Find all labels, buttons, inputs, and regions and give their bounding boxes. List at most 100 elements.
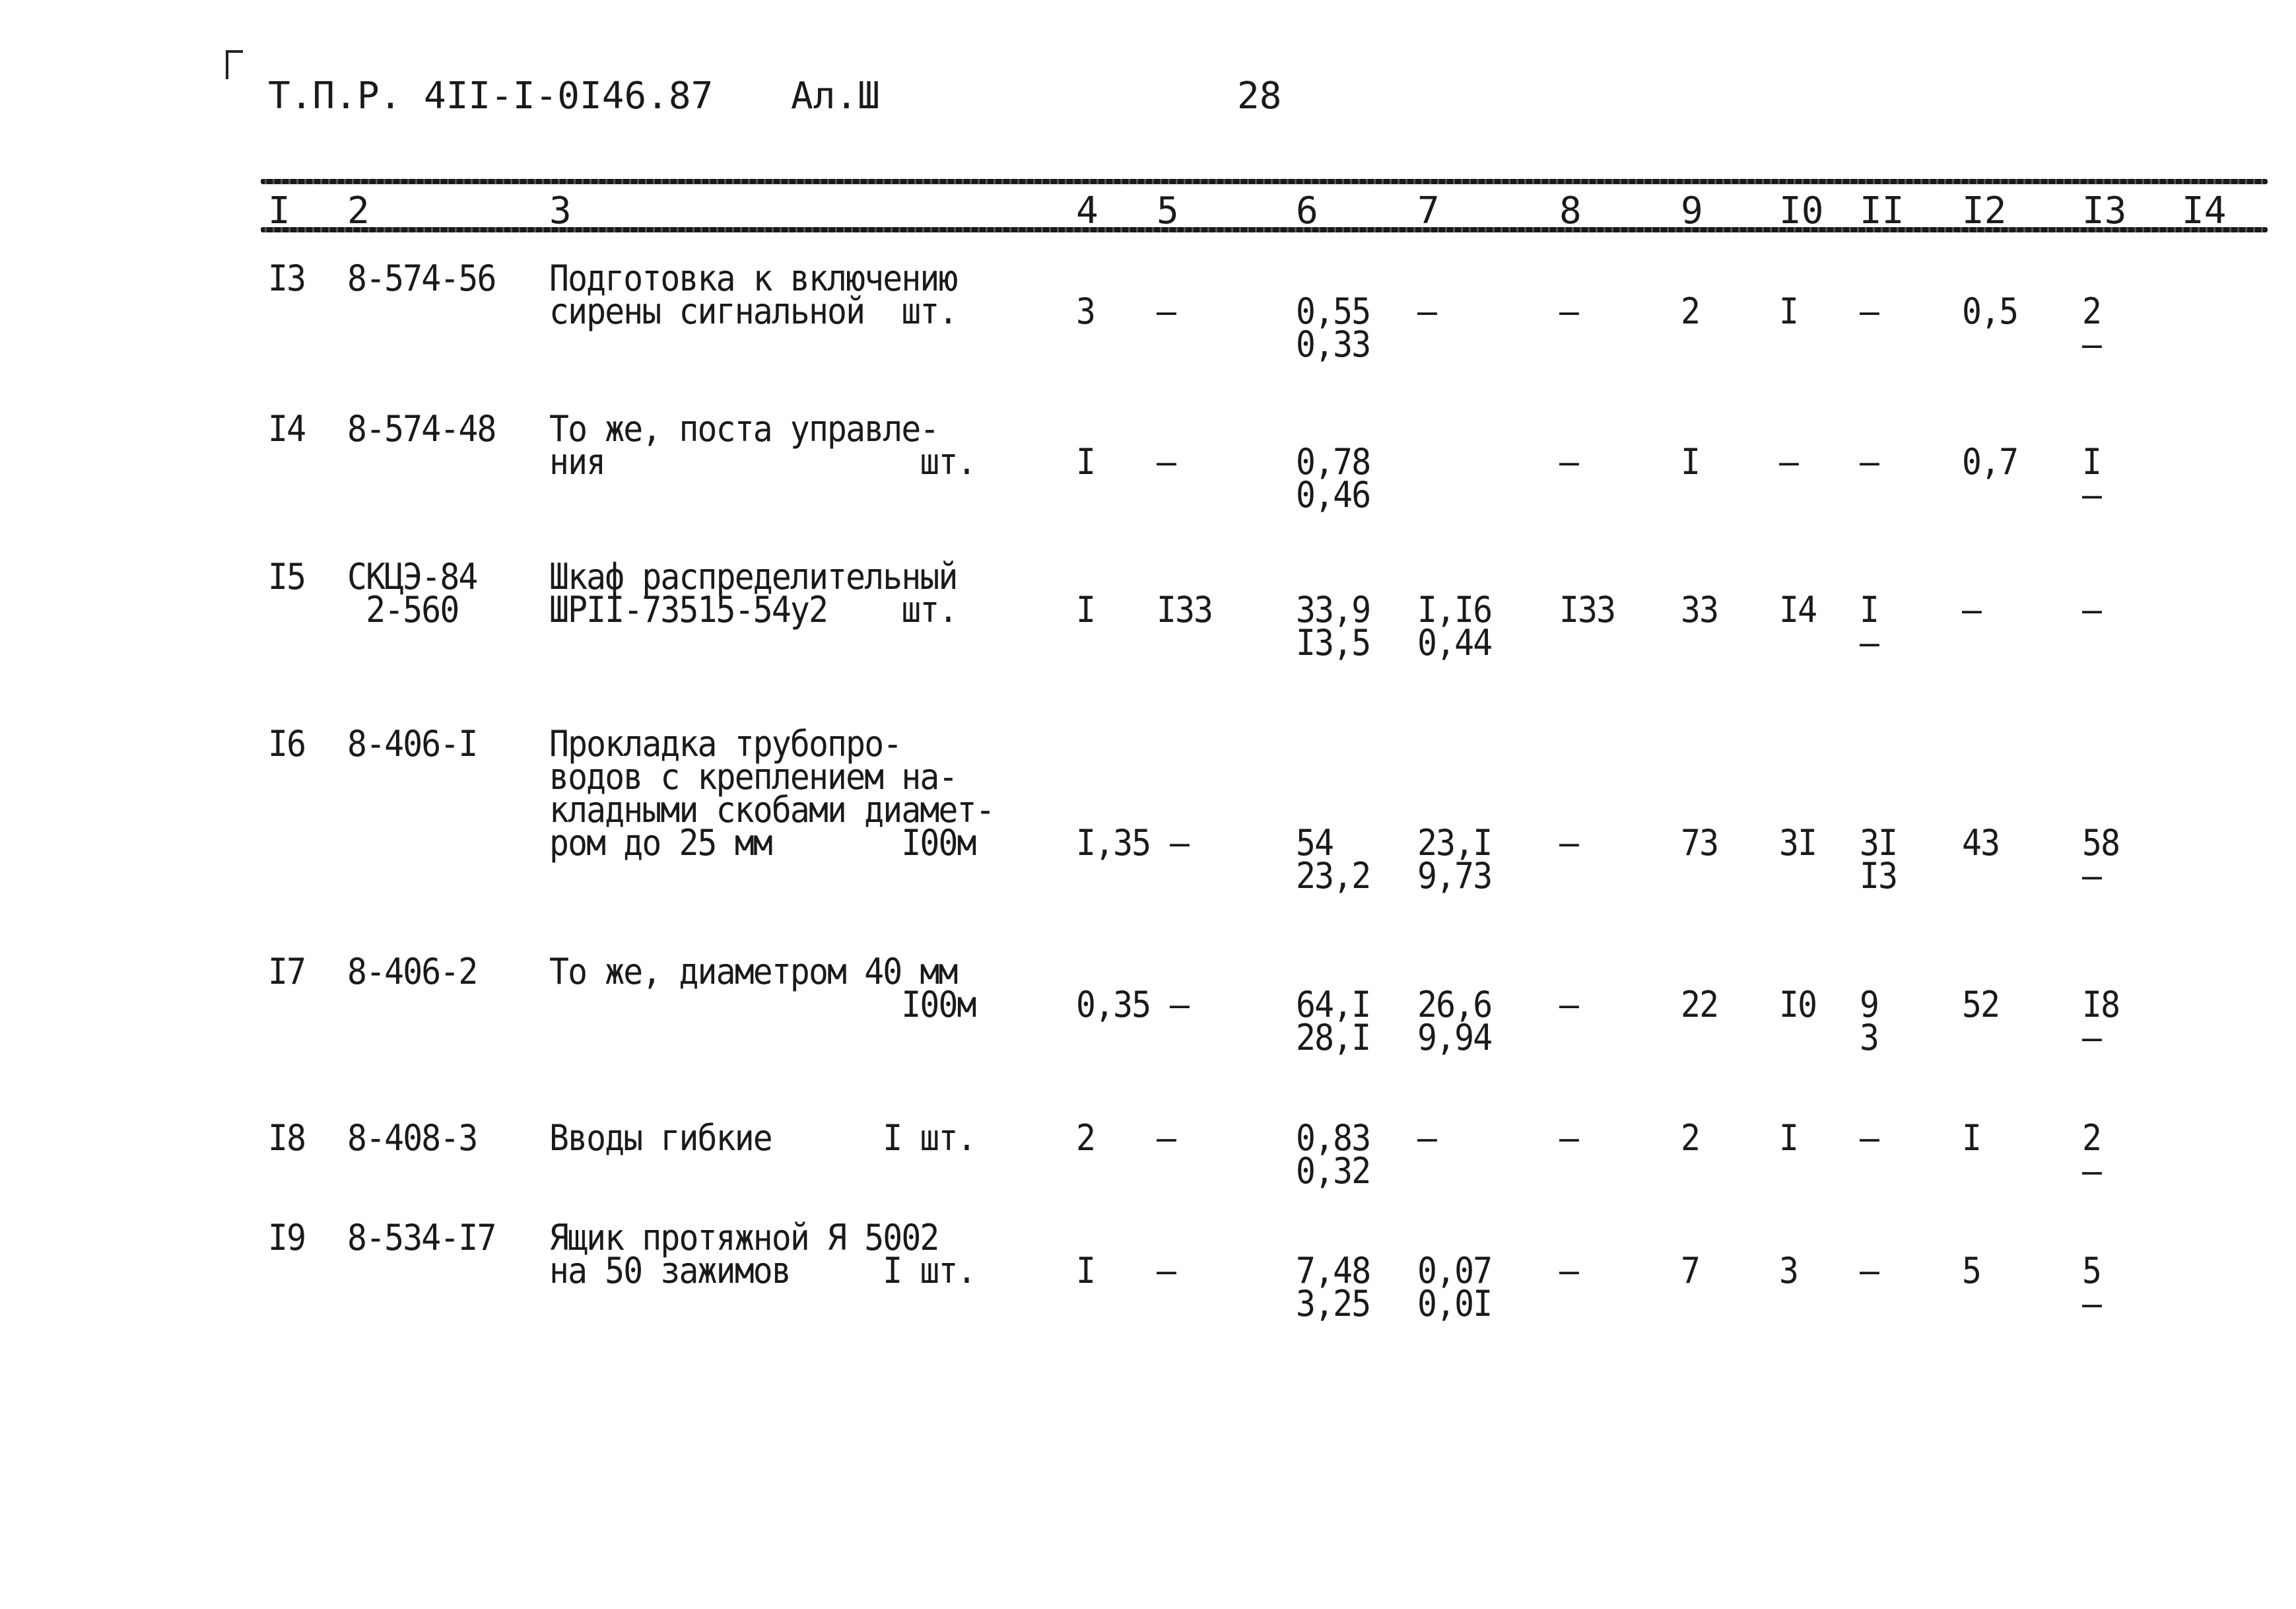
col8-value: – (1559, 822, 1579, 864)
quantity: I (1076, 589, 1096, 631)
col9-value: 7 (1681, 1250, 1701, 1291)
work-description: Вводы гибкие I шт. (549, 1117, 976, 1159)
row-number: I7 (268, 951, 306, 992)
col8-value: – (1559, 984, 1579, 1025)
col6-value: 23,2 (1296, 855, 1371, 897)
col11-value: – (1860, 1250, 1879, 1291)
col12-value: – (1962, 589, 1982, 631)
col11-value: – (1860, 441, 1879, 483)
column-header: 3 (549, 189, 572, 232)
col7-value: 9,94 (1417, 1017, 1493, 1058)
col9-value: I (1681, 441, 1701, 483)
quantity: I (1076, 441, 1096, 483)
rate-code: 8-406-2 (347, 951, 478, 992)
col5-value: – (1157, 1250, 1176, 1291)
col6-value: 0,33 (1296, 324, 1371, 365)
col9-value: 73 (1681, 822, 1719, 864)
row-number: I5 (268, 556, 306, 598)
col13-value: – (2082, 855, 2102, 897)
col9-value: 22 (1681, 984, 1719, 1025)
col6-value: 28,I (1296, 1017, 1371, 1058)
rate-code: 8-574-56 (347, 257, 496, 299)
column-header: I0 (1779, 189, 1824, 232)
col5-value: – (1157, 441, 1176, 483)
column-header: I4 (2182, 189, 2227, 232)
col5-value: – (1157, 1117, 1176, 1159)
rate-code: 8-408-3 (347, 1117, 478, 1159)
col8-value: – (1559, 291, 1579, 332)
row-number: I4 (268, 408, 306, 450)
col6-value: 0,32 (1296, 1150, 1371, 1192)
col6-value: I3,5 (1296, 622, 1371, 664)
col5-value: – (1170, 822, 1190, 864)
col12-value: 0,7 (1962, 441, 2019, 483)
rate-code: 2-560 (347, 589, 459, 631)
column-header: I2 (1962, 189, 2007, 232)
col10-value: I0 (1779, 984, 1817, 1025)
col6-value: 0,46 (1296, 474, 1371, 516)
col11-value: – (1860, 622, 1879, 664)
rate-code: 8-534-I7 (347, 1217, 496, 1258)
col9-value: 2 (1681, 1117, 1701, 1159)
row-number: I3 (268, 257, 306, 299)
col12-value: I (1962, 1117, 1982, 1159)
col5-value: – (1157, 291, 1176, 332)
col12-value: 52 (1962, 984, 2000, 1025)
col8-value: – (1559, 1117, 1579, 1159)
column-header: 8 (1559, 189, 1582, 232)
col11-value: I3 (1860, 855, 1898, 897)
quantity: I,35 (1076, 822, 1151, 864)
col10-value: – (1779, 441, 1799, 483)
row-number: I8 (268, 1117, 306, 1159)
work-description: ШРII-73515-54у2 шт. (549, 589, 958, 631)
col11-value: – (1860, 1117, 1879, 1159)
col13-value: – (2082, 324, 2102, 365)
column-header: 9 (1681, 189, 1703, 232)
rate-code: 8-406-I (347, 723, 478, 765)
col10-value: I4 (1779, 589, 1817, 631)
col12-value: 43 (1962, 822, 2000, 864)
album-number: Ал.Ш (791, 75, 880, 118)
col12-value: 0,5 (1962, 291, 2019, 332)
work-description: I00м (549, 984, 976, 1025)
row-number: I6 (268, 723, 306, 765)
column-header: I (268, 189, 290, 232)
column-header: 6 (1296, 189, 1318, 232)
page-number: 28 (1237, 75, 1282, 118)
col10-value: I (1779, 291, 1799, 332)
col10-value: 3 (1779, 1250, 1799, 1291)
col10-value: I (1779, 1117, 1799, 1159)
col7-value: – (1417, 291, 1437, 332)
column-header: 5 (1157, 189, 1179, 232)
col11-value: 3 (1860, 1017, 1879, 1058)
col10-value: 3I (1779, 822, 1817, 864)
col5-value: – (1170, 984, 1190, 1025)
col7-value: – (1417, 1117, 1437, 1159)
col6-value: 3,25 (1296, 1283, 1371, 1324)
col8-value: – (1559, 1250, 1579, 1291)
col11-value: – (1860, 291, 1879, 332)
quantity: I (1076, 1250, 1096, 1291)
work-description: сирены сигнальной шт. (549, 291, 958, 332)
column-header: II (1860, 189, 1905, 232)
work-description: ния шт. (549, 441, 976, 483)
column-header: 2 (347, 189, 370, 232)
col13-value: – (2082, 589, 2102, 631)
table-top-rule (261, 179, 2268, 184)
col13-value: – (2082, 474, 2102, 516)
column-header: I3 (2082, 189, 2127, 232)
col12-value: 5 (1962, 1250, 1982, 1291)
quantity: 0,35 (1076, 984, 1151, 1025)
col7-value: 0,0I (1417, 1283, 1493, 1324)
col13-value: – (2082, 1283, 2102, 1324)
col7-value: 9,73 (1417, 855, 1493, 897)
column-header: 4 (1076, 189, 1098, 232)
col8-value: – (1559, 441, 1579, 483)
work-description: ром до 25 мм I00м (549, 822, 976, 864)
col13-value: – (2082, 1017, 2102, 1058)
col5-value: I33 (1157, 589, 1213, 631)
col9-value: 2 (1681, 291, 1701, 332)
col9-value: 33 (1681, 589, 1719, 631)
work-description: на 50 зажимов I шт. (549, 1250, 976, 1291)
column-header: 7 (1417, 189, 1440, 232)
